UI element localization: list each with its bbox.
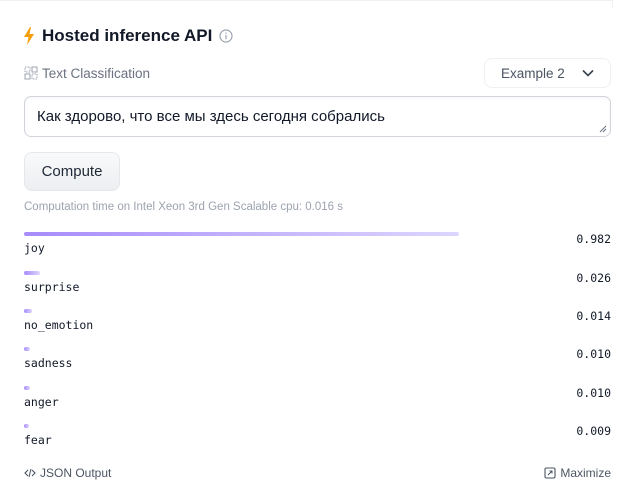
right-divider [612, 0, 613, 8]
widget-title: Hosted inference API [42, 26, 213, 45]
input-textarea[interactable]: Как здорово, что все мы здесь сегодня со… [24, 96, 611, 137]
result-label: anger [24, 395, 59, 409]
code-icon [24, 468, 36, 478]
result-score: 0.014 [576, 309, 611, 323]
json-output-label: JSON Output [40, 466, 112, 480]
score-bar [24, 309, 32, 313]
result-label: joy [24, 241, 45, 255]
maximize-icon [544, 467, 556, 479]
lightning-bolt-icon [24, 27, 34, 45]
result-score: 0.010 [576, 347, 611, 361]
result-score: 0.982 [576, 232, 611, 246]
widget-header: Hosted inference API [22, 24, 233, 48]
example-select-value: Example 2 [501, 65, 565, 81]
info-circle-icon[interactable] [219, 29, 233, 43]
result-label: no_emotion [24, 318, 94, 332]
result-row: no_emotion 0.014 [24, 309, 611, 339]
score-bar [24, 271, 40, 275]
result-row: sadness 0.010 [24, 347, 611, 377]
compute-button[interactable]: Compute [24, 152, 120, 191]
result-row: anger 0.010 [24, 386, 611, 416]
input-text: Как здорово, что все мы здесь сегодня со… [37, 108, 385, 125]
result-row: joy 0.982 [24, 232, 611, 262]
result-row: fear 0.009 [24, 424, 611, 454]
json-output-link[interactable]: JSON Output [24, 466, 111, 480]
result-label: fear [24, 433, 52, 447]
result-label: surprise [24, 280, 80, 294]
task-name: Text Classification [42, 65, 151, 81]
result-score: 0.009 [576, 424, 611, 438]
chevron-down-icon [582, 69, 594, 77]
task-label: Text Classification [24, 63, 150, 83]
score-bar [24, 424, 29, 428]
text-classification-icon [24, 66, 38, 80]
maximize-label: Maximize [560, 466, 611, 480]
result-label: sadness [24, 356, 73, 370]
score-bar [24, 347, 30, 351]
result-row: surprise 0.026 [24, 271, 611, 301]
result-score: 0.010 [576, 386, 611, 400]
result-score: 0.026 [576, 271, 611, 285]
resize-handle-icon[interactable] [599, 125, 607, 133]
maximize-button[interactable]: Maximize [544, 466, 611, 480]
computation-time: Computation time on Intel Xeon 3rd Gen S… [24, 201, 344, 213]
score-bar [24, 386, 30, 390]
top-divider [0, 0, 613, 3]
score-bar [24, 232, 459, 236]
example-select[interactable]: Example 2 [484, 58, 611, 88]
